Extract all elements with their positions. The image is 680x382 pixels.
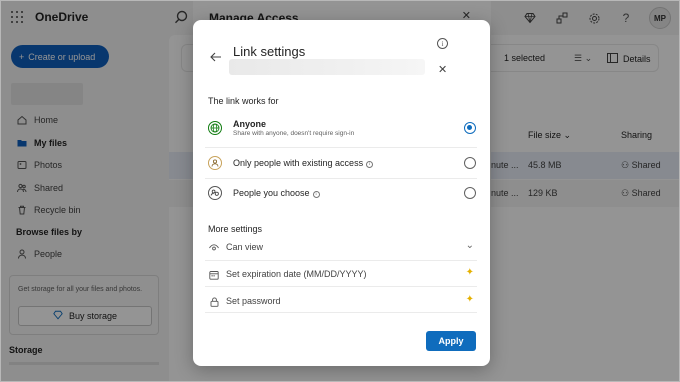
people-icon [208,186,222,200]
chevron-down-icon: ⌄ [465,240,474,251]
info-icon[interactable]: i [437,38,448,49]
globe-icon [208,121,222,135]
calendar-icon [209,270,219,280]
divider [205,286,477,287]
option-title-text: Only people with existing access [233,158,364,168]
dialog-title: Link settings [233,44,306,59]
expiration-date-placeholder: Set expiration date (MM/DD/YYYY) [226,269,367,279]
divider [205,312,477,313]
lock-icon [209,297,219,307]
link-settings-dialog: Link settings i ✕ The link works for Any… [193,20,490,366]
close-icon[interactable]: ✕ [438,63,447,76]
info-icon[interactable]: i [312,191,320,198]
option-title: People you choose i [233,188,320,198]
option-title-text: People you choose [233,188,310,198]
divider [205,260,477,261]
radio-unselected[interactable] [464,157,476,169]
person-icon [208,156,222,170]
window-frame: OneDrive ? MP + Create or upload Home My… [0,0,680,382]
radio-unselected[interactable] [464,187,476,199]
option-people-you-choose[interactable]: People you choose i [205,178,477,208]
radio-selected[interactable] [464,122,476,134]
link-works-for-heading: The link works for [208,96,279,106]
permission-label: Can view [226,242,264,252]
back-arrow-icon[interactable] [209,50,223,64]
password-field[interactable]: Set password ✦ [205,290,477,314]
option-subtitle: Share with anyone, doesn't require sign-… [233,130,355,137]
option-existing-access[interactable]: Only people with existing access i [205,148,477,178]
more-settings-heading: More settings [208,224,263,234]
option-title: Only people with existing access i [233,158,374,168]
sparkle-icon: ✦ [465,267,474,278]
expiration-date-field[interactable]: Set expiration date (MM/DD/YYYY) ✦ [205,263,477,287]
redacted-link-field [229,59,425,75]
permission-dropdown[interactable]: Can view ⌄ [205,236,477,260]
info-icon[interactable]: i [366,161,374,168]
apply-button[interactable]: Apply [426,331,476,351]
sparkle-icon: ✦ [465,294,474,305]
password-placeholder: Set password [226,296,281,306]
eye-icon [209,243,219,253]
option-title: Anyone [233,119,267,129]
option-anyone[interactable]: Anyone Share with anyone, doesn't requir… [205,113,477,143]
